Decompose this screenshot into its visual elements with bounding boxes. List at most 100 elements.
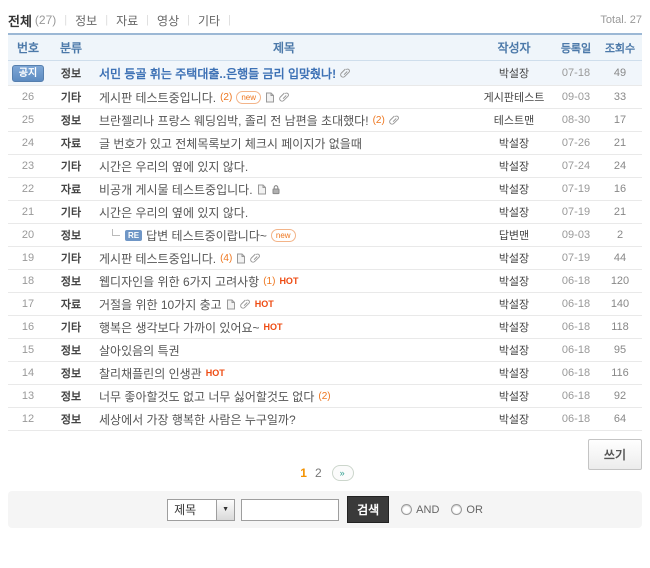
row-date-cell: 06-18 (554, 321, 598, 333)
post-title-link[interactable]: 브란젤리나 프랑스 웨딩임박, 졸리 전 남편을 초대했다! (99, 112, 369, 129)
table-row: 13정보너무 좋아할것도 없고 너무 싫어할것도 없다(2)박설장06-1892 (8, 385, 642, 408)
tab-0[interactable]: 정보 (75, 12, 97, 29)
post-title-link[interactable]: 너무 좋아할것도 없고 너무 싫어할것도 없다 (99, 388, 314, 405)
row-views-cell: 21 (598, 206, 642, 218)
row-title-cell: 행복은 생각보다 가까이 있어요~HOT (94, 319, 474, 336)
row-number-cell: 18 (8, 275, 48, 287)
new-badge: new (236, 91, 261, 104)
search-input[interactable] (241, 499, 339, 521)
table-row: 26기타게시판 테스트중입니다.(2)new게시판테스트09-0333 (8, 86, 642, 109)
comment-count: (1) (263, 276, 275, 287)
search-or-option[interactable]: OR (451, 504, 483, 516)
post-title-link[interactable]: 거절을 위한 10가지 충고 (99, 296, 222, 313)
tab-separator: | (105, 14, 108, 26)
post-title-link[interactable]: 게시판 테스트중입니다. (99, 250, 216, 267)
hot-badge: HOT (279, 276, 298, 286)
header-author: 작성자 (474, 39, 554, 56)
row-number-cell: 24 (8, 137, 48, 149)
row-views-cell: 21 (598, 137, 642, 149)
and-radio-label: AND (416, 504, 439, 516)
and-radio[interactable] (401, 504, 412, 515)
post-title-link[interactable]: 글 번호가 있고 전체목록보기 체크시 페이지가 없을때 (99, 135, 362, 152)
post-title-link[interactable]: 행복은 생각보다 가까이 있어요~ (99, 319, 260, 336)
header-date: 등록일 (554, 40, 598, 56)
row-views-cell: 120 (598, 275, 642, 287)
row-date-cell: 06-18 (554, 367, 598, 379)
tab-separator: | (228, 14, 231, 26)
row-title-cell: 시간은 우리의 옆에 있지 않다. (94, 204, 474, 221)
row-category-cell: 정보 (48, 273, 94, 289)
row-date-cell: 09-03 (554, 229, 598, 241)
post-title-link[interactable]: 살아있음의 특권 (99, 342, 180, 359)
row-number-cell: 22 (8, 183, 48, 195)
row-number-cell: 17 (8, 298, 48, 310)
row-author-cell: 박설장 (474, 342, 554, 358)
reply-indent-icon (112, 229, 120, 236)
row-number-cell: 19 (8, 252, 48, 264)
post-table: 번호 분류 제목 작성자 등록일 조회수 공지정보서민 등골 휘는 주택대출..… (8, 33, 642, 431)
pagination-next-button[interactable]: » (332, 465, 354, 481)
row-date-cell: 07-18 (554, 67, 598, 79)
dropdown-arrow-icon[interactable]: ▼ (216, 500, 234, 520)
row-views-cell: 44 (598, 252, 642, 264)
row-category-cell: 기타 (48, 319, 94, 335)
header-title: 제목 (94, 39, 474, 56)
row-author-cell: 박설장 (474, 365, 554, 381)
attachment-clip-icon (240, 299, 251, 310)
search-and-option[interactable]: AND (401, 504, 439, 516)
post-title-link[interactable]: 찰리채플린의 인생관 (99, 365, 202, 382)
row-date-cell: 07-24 (554, 160, 598, 172)
row-author-cell: 박설장 (474, 65, 554, 81)
row-category-cell: 정보 (48, 227, 94, 243)
row-views-cell: 92 (598, 390, 642, 402)
row-author-cell: 박설장 (474, 250, 554, 266)
pagination-page-current[interactable]: 1 (300, 466, 307, 480)
post-title-link[interactable]: 비공개 게시물 테스트중입니다. (99, 181, 253, 198)
table-row: 25정보브란젤리나 프랑스 웨딩임박, 졸리 전 남편을 초대했다!(2)테스트… (8, 109, 642, 132)
row-date-cell: 06-18 (554, 413, 598, 425)
attachment-clip-icon (340, 68, 351, 79)
row-views-cell: 118 (598, 321, 642, 333)
comment-count: (4) (220, 253, 232, 264)
post-title-link[interactable]: 답변 테스트중이랍니다~ (146, 227, 267, 244)
new-badge: new (271, 229, 296, 242)
row-views-cell: 2 (598, 229, 642, 241)
table-footer: 쓰기 12» (8, 431, 642, 491)
table-row: 18정보웹디자인을 위한 6가지 고려사항(1)HOT박설장06-18120 (8, 270, 642, 293)
row-title-cell: RE 답변 테스트중이랍니다~ new (94, 227, 474, 244)
row-number-cell: 26 (8, 91, 48, 103)
row-author-cell: 박설장 (474, 158, 554, 174)
search-field-selected-value: 제목 (168, 501, 216, 518)
row-category-cell: 자료 (48, 181, 94, 197)
tab-2[interactable]: 영상 (157, 12, 179, 29)
row-title-cell: 너무 좋아할것도 없고 너무 싫어할것도 없다(2) (94, 388, 474, 405)
header-views: 조회수 (598, 40, 642, 56)
table-row: 20정보RE답변 테스트중이랍니다~new답변맨09-032 (8, 224, 642, 247)
tab-all[interactable]: 전체 (8, 11, 32, 30)
table-row: 17자료거절을 위한 10가지 충고HOT박설장06-18140 (8, 293, 642, 316)
post-title-link[interactable]: 세상에서 가장 행복한 사람은 누구일까? (99, 411, 296, 428)
row-date-cell: 06-18 (554, 344, 598, 356)
row-title-cell: 글 번호가 있고 전체목록보기 체크시 페이지가 없을때 (94, 135, 474, 152)
row-category-cell: 정보 (48, 65, 94, 81)
row-views-cell: 95 (598, 344, 642, 356)
post-title-link[interactable]: 시간은 우리의 옆에 있지 않다. (99, 204, 248, 221)
reply-badge: RE (125, 230, 142, 241)
tab-3[interactable]: 기타 (198, 12, 220, 29)
post-title-link[interactable]: 게시판 테스트중입니다. (99, 89, 216, 106)
document-icon (236, 253, 246, 264)
post-title-link[interactable]: 서민 등골 휘는 주택대출..은행들 금리 입맞췄나! (99, 65, 336, 82)
total-count: Total. 27 (600, 14, 642, 26)
table-row: 16기타행복은 생각보다 가까이 있어요~HOT박설장06-18118 (8, 316, 642, 339)
document-icon (226, 299, 236, 310)
pagination-page[interactable]: 2 (315, 466, 322, 480)
or-radio[interactable] (451, 504, 462, 515)
post-title-link[interactable]: 시간은 우리의 옆에 있지 않다. (99, 158, 248, 175)
row-author-cell: 박설장 (474, 388, 554, 404)
attachment-clip-icon (250, 253, 261, 264)
search-field-select[interactable]: 제목 ▼ (167, 499, 235, 521)
category-tabbar: 전체 (27) |정보|자료|영상|기타| Total. 27 (8, 9, 642, 31)
post-title-link[interactable]: 웹디자인을 위한 6가지 고려사항 (99, 273, 259, 290)
search-button[interactable]: 검색 (347, 496, 389, 523)
tab-1[interactable]: 자료 (116, 12, 138, 29)
